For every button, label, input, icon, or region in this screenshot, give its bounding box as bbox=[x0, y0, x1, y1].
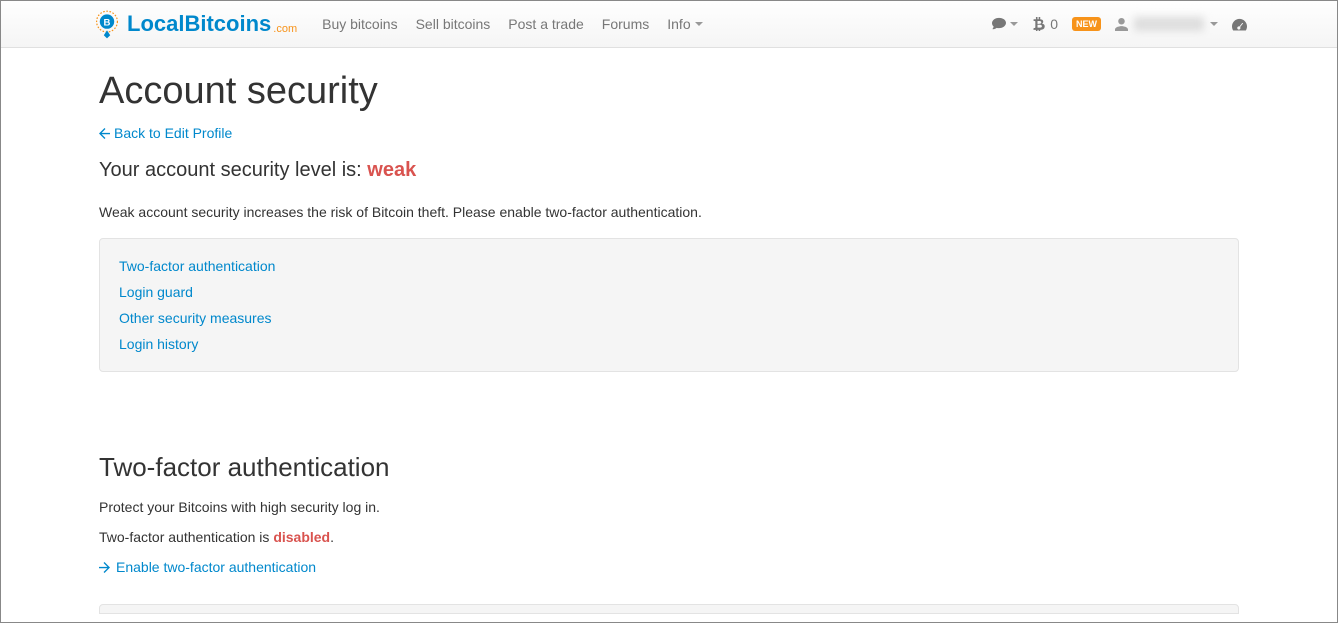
nav-sell[interactable]: Sell bitcoins bbox=[416, 16, 491, 32]
arrow-right-icon bbox=[99, 562, 110, 573]
logo-icon: B bbox=[91, 8, 127, 40]
user-icon bbox=[1115, 18, 1128, 31]
nav-right: 0 NEW bbox=[992, 16, 1337, 32]
back-to-profile-link[interactable]: Back to Edit Profile bbox=[99, 125, 232, 141]
brand-text: LocalBitcoins bbox=[127, 11, 271, 37]
arrow-left-icon bbox=[99, 128, 110, 139]
chevron-down-icon bbox=[1210, 22, 1218, 26]
tfa-status: Two-factor authentication is disabled. bbox=[99, 529, 1239, 545]
chat-icon bbox=[992, 17, 1006, 31]
wallet-balance[interactable]: 0 bbox=[1032, 16, 1058, 32]
toc-history-link[interactable]: Login history bbox=[119, 336, 1219, 352]
brand-tld: .com bbox=[273, 23, 297, 35]
btc-balance: 0 bbox=[1050, 16, 1058, 32]
security-warning: Weak account security increases the risk… bbox=[99, 204, 1239, 220]
security-level-label: Your account security level is: bbox=[99, 159, 367, 181]
dashboard-link[interactable] bbox=[1232, 17, 1247, 32]
tfa-description: Protect your Bitcoins with high security… bbox=[99, 499, 1239, 515]
chevron-down-icon bbox=[695, 22, 703, 26]
brand-logo[interactable]: B LocalBitcoins .com bbox=[91, 8, 297, 40]
tfa-status-value: disabled bbox=[273, 529, 330, 545]
nav-info[interactable]: Info bbox=[667, 16, 702, 32]
nav-info-label: Info bbox=[667, 16, 690, 32]
toc-login-guard-link[interactable]: Login guard bbox=[119, 284, 1219, 300]
toc-other-link[interactable]: Other security measures bbox=[119, 310, 1219, 326]
nav-links: Buy bitcoins Sell bitcoins Post a trade … bbox=[322, 16, 992, 32]
nav-post[interactable]: Post a trade bbox=[508, 16, 584, 32]
tfa-heading: Two-factor authentication bbox=[99, 452, 1239, 483]
security-level-value: weak bbox=[367, 159, 416, 181]
toc-tfa-link[interactable]: Two-factor authentication bbox=[119, 258, 1219, 274]
next-well-top bbox=[99, 604, 1239, 614]
tfa-status-prefix: Two-factor authentication is bbox=[99, 529, 273, 545]
tfa-status-suffix: . bbox=[330, 529, 334, 545]
security-level-heading: Your account security level is: weak bbox=[99, 159, 1239, 182]
back-link-label: Back to Edit Profile bbox=[114, 125, 232, 141]
main-content: Account security Back to Edit Profile Yo… bbox=[84, 70, 1254, 614]
messages-dropdown[interactable] bbox=[992, 17, 1018, 31]
chevron-down-icon bbox=[1010, 22, 1018, 26]
security-toc: Two-factor authentication Login guard Ot… bbox=[99, 238, 1239, 372]
bitcoin-icon bbox=[1032, 17, 1046, 31]
nav-buy[interactable]: Buy bitcoins bbox=[322, 16, 397, 32]
enable-tfa-link[interactable]: Enable two-factor authentication bbox=[99, 559, 316, 575]
nav-forums[interactable]: Forums bbox=[602, 16, 649, 32]
enable-tfa-label: Enable two-factor authentication bbox=[116, 559, 316, 575]
new-badge: NEW bbox=[1072, 17, 1101, 31]
svg-text:B: B bbox=[104, 18, 111, 29]
user-menu[interactable] bbox=[1115, 17, 1218, 31]
page-title: Account security bbox=[99, 70, 1239, 113]
navbar: B LocalBitcoins .com Buy bitcoins Sell b… bbox=[1, 1, 1337, 48]
gauge-icon bbox=[1232, 17, 1247, 32]
username-redacted bbox=[1134, 17, 1204, 31]
